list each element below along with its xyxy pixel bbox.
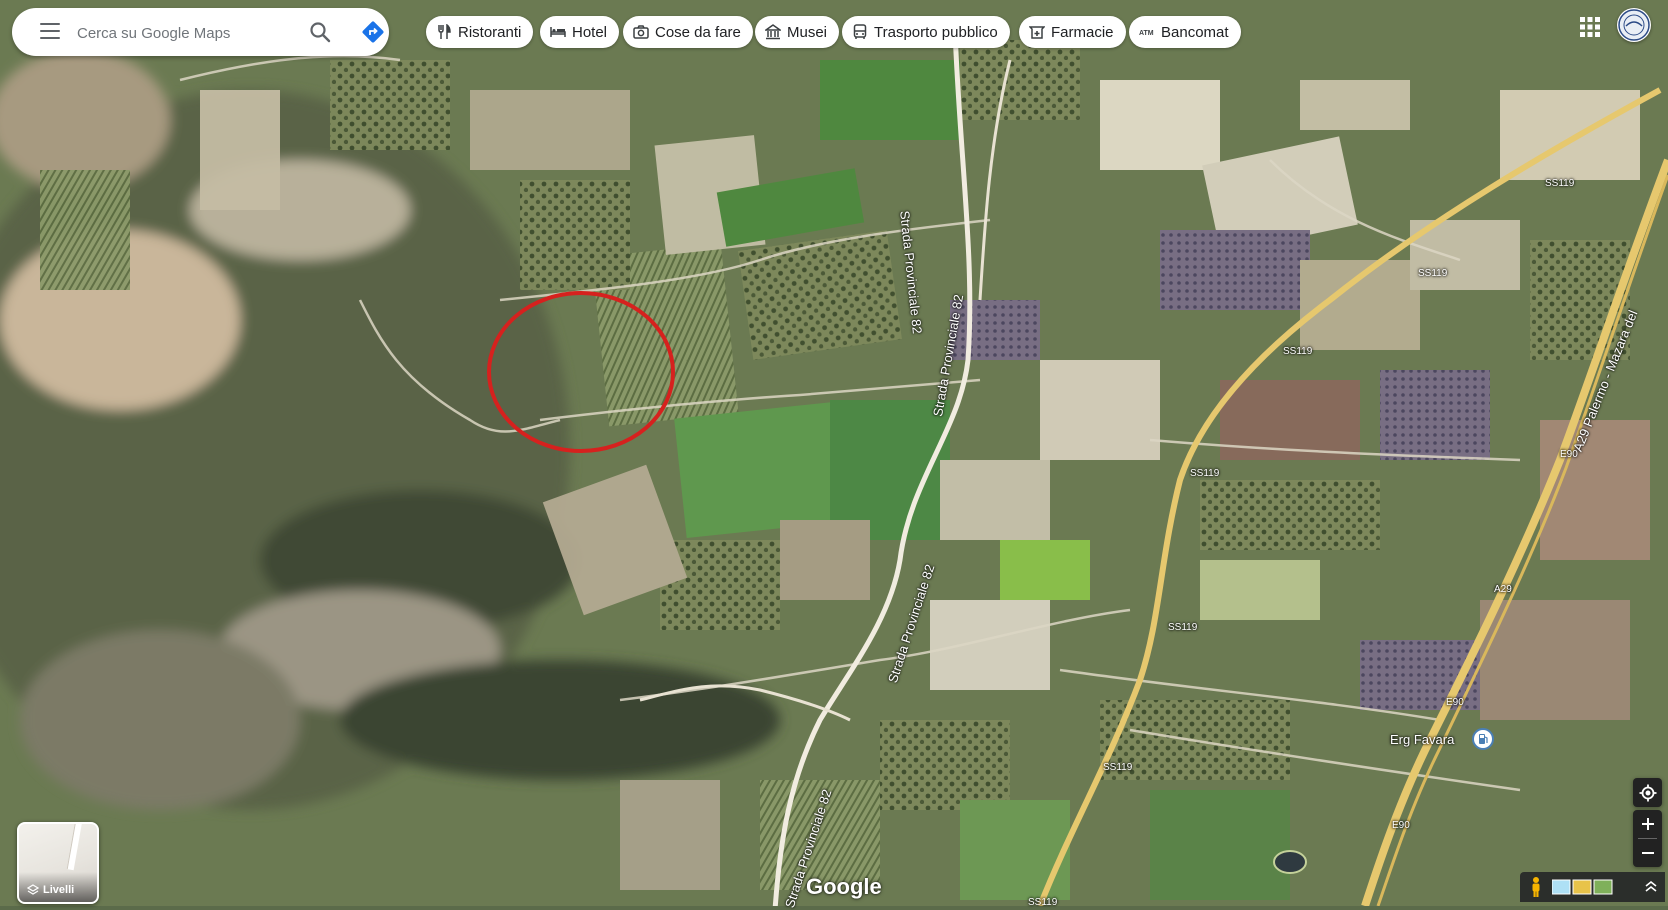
road-label-a29-short: A29 [1494, 584, 1512, 595]
my-location-button[interactable] [1633, 778, 1662, 807]
road-label-ss119: SS119 [1545, 178, 1575, 189]
road-label-ss119-f: SS119 [1103, 762, 1133, 773]
chip-label: Trasporto pubblico [874, 23, 998, 41]
avatar-logo-icon [1618, 9, 1650, 41]
directions-icon[interactable] [361, 20, 385, 44]
search-box [12, 8, 389, 56]
chevron-up-icon[interactable] [1644, 880, 1658, 894]
zoom-out-button[interactable] [1633, 839, 1662, 867]
road-label-e90: E90 [1560, 449, 1578, 460]
satellite-map[interactable] [0, 0, 1668, 906]
chip-label: Cose da fare [655, 23, 741, 41]
bed-icon [550, 27, 566, 37]
chip-bancomat[interactable]: ATM Bancomat [1129, 16, 1241, 48]
chip-farmacie[interactable]: Farmacie [1019, 16, 1126, 48]
bus-icon [853, 24, 867, 39]
layers-label: Livelli [43, 884, 75, 896]
museum-icon [765, 24, 781, 40]
imagery-thumbnails-icon[interactable] [1552, 879, 1614, 895]
road-label-ss119-d: SS119 [1190, 468, 1220, 479]
chip-label: Musei [787, 23, 828, 41]
menu-icon[interactable] [40, 23, 60, 41]
search-icon[interactable] [308, 20, 332, 44]
avatar[interactable] [1617, 8, 1651, 42]
atm-icon: ATM [1139, 30, 1154, 37]
road-label-ss119-g: SS119 [1028, 897, 1058, 908]
layers-icon [27, 884, 39, 895]
chip-cose-da-fare[interactable]: Cose da fare [623, 16, 753, 48]
road-label-ss119-b: SS119 [1418, 268, 1448, 279]
my-location-icon [1639, 784, 1656, 801]
chip-label: Bancomat [1161, 23, 1229, 41]
pegman-icon[interactable] [1528, 876, 1544, 898]
search-input[interactable] [75, 20, 299, 46]
plus-icon [1641, 818, 1654, 830]
apps-grid-icon[interactable] [1579, 16, 1601, 38]
chip-hotel[interactable]: Hotel [540, 16, 620, 48]
chip-label: Ristoranti [458, 23, 522, 41]
camera-icon [633, 25, 649, 39]
zoom-controls [1633, 810, 1662, 867]
chip-musei[interactable]: Musei [755, 16, 840, 48]
layers-button[interactable]: Livelli [17, 822, 99, 904]
google-logo: Google [806, 874, 882, 899]
road-label-ss119-e: SS119 [1168, 622, 1198, 633]
chip-label: Farmacie [1051, 23, 1114, 41]
bottom-toolbar [1520, 872, 1665, 902]
road-label-ss119-c: SS119 [1283, 346, 1313, 357]
road-label-e90-b: E90 [1446, 697, 1464, 708]
fuel-station-icon[interactable] [1472, 728, 1494, 750]
minus-icon [1641, 852, 1654, 854]
poi-label: Erg Favara [1390, 732, 1455, 747]
chip-trasporto-pubblico[interactable]: Trasporto pubblico [842, 16, 1010, 48]
svg-text:ATM: ATM [1139, 30, 1154, 37]
pharmacy-icon [1029, 26, 1045, 39]
chip-ristoranti[interactable]: Ristoranti [426, 16, 534, 48]
chip-label: Hotel [572, 23, 608, 41]
zoom-in-button[interactable] [1633, 810, 1662, 838]
fork-knife-icon [438, 24, 451, 39]
road-label-e90-c: E90 [1392, 820, 1410, 831]
